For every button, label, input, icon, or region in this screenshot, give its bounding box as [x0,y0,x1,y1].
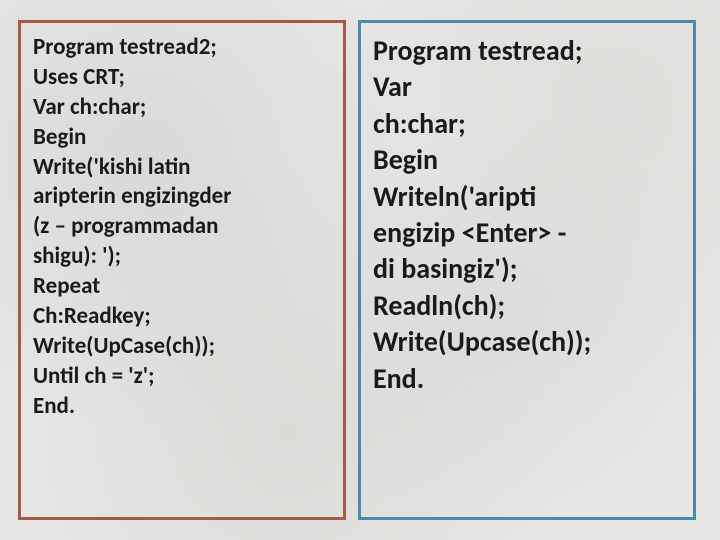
code-line: Writeln('aripti [373,179,681,215]
code-line: Until ch = 'z'; [33,362,331,392]
code-line: Program testread; [373,33,681,69]
code-line: Ch:Readkey; [33,302,331,332]
code-line: Uses CRT; [33,63,331,93]
code-line: Var ch:char; [33,93,331,123]
code-line: Repeat [33,272,331,302]
code-line: engizip <Enter> - [373,215,681,251]
code-line: End. [33,392,331,422]
code-line: Begin [33,123,331,153]
code-line: Write(UpCase(ch)); [33,332,331,362]
left-code-box: Program testread2; Uses CRT; Var ch:char… [18,20,346,520]
code-line: aripterin engizingder [33,182,331,212]
code-line: Var [373,69,681,105]
code-line: shigu): '); [33,242,331,272]
code-line: ch:char; [373,106,681,142]
code-line: Begin [373,142,681,178]
code-line: Write(Upcase(ch)); [373,324,681,360]
code-line: End. [373,361,681,397]
code-line: Program testread2; [33,33,331,63]
code-line: Write('kishi latin [33,153,331,183]
code-line: (z – programmadan [33,212,331,242]
right-code-box: Program testread; Var ch:char; Begin Wri… [358,20,696,520]
code-line: Readln(ch); [373,288,681,324]
code-line: di basingiz'); [373,251,681,287]
